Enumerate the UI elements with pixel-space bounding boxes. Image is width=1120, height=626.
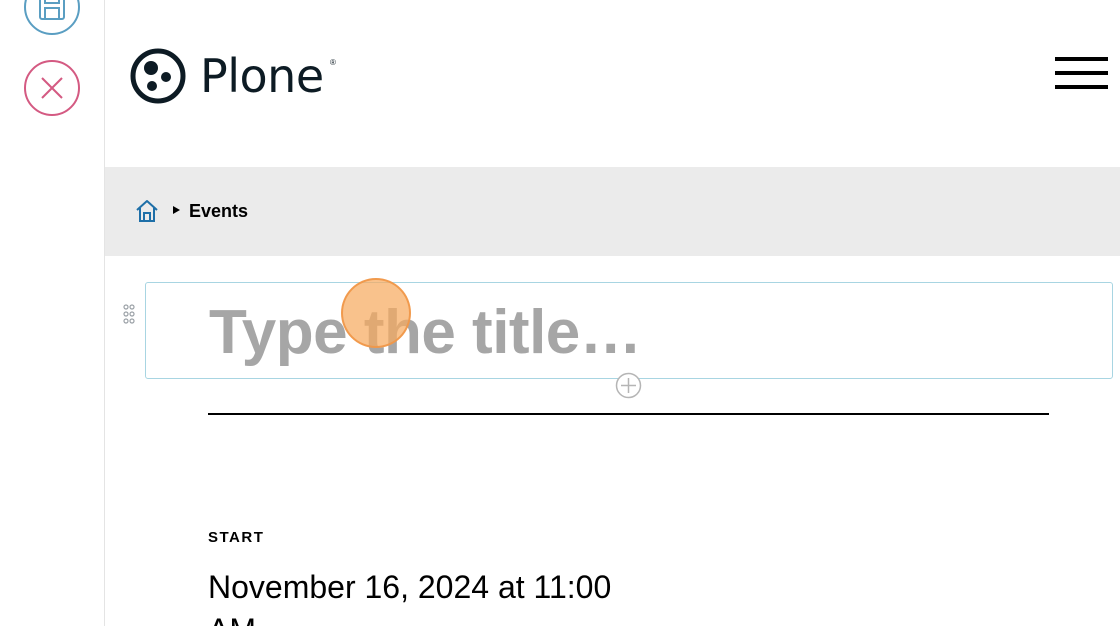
title-placeholder: Type the title…	[209, 298, 642, 367]
hamburger-menu-icon[interactable]	[1055, 57, 1108, 91]
drag-handle-icon[interactable]	[121, 303, 137, 325]
registered-mark: ®	[330, 58, 336, 67]
plone-logo-icon	[130, 48, 186, 104]
start-label: START	[208, 529, 265, 546]
title-block[interactable]: Type the title…	[145, 282, 1113, 379]
breadcrumb-item-events[interactable]: Events	[189, 201, 248, 222]
home-icon[interactable]	[134, 198, 160, 224]
logo-wordmark: Plone	[200, 49, 324, 103]
floppy-disk-icon	[39, 0, 65, 20]
content-divider	[208, 413, 1049, 415]
cancel-button[interactable]	[24, 60, 80, 116]
site-logo[interactable]: Plone ®	[130, 48, 336, 104]
edit-toolbar	[0, 0, 105, 626]
save-button[interactable]	[24, 0, 80, 35]
breadcrumb-separator-icon	[173, 206, 180, 214]
close-icon	[41, 77, 63, 99]
start-date-value: November 16, 2024 at 11:00 AM	[208, 569, 612, 626]
breadcrumb: Events	[105, 167, 1120, 256]
add-block-icon[interactable]	[615, 372, 642, 399]
